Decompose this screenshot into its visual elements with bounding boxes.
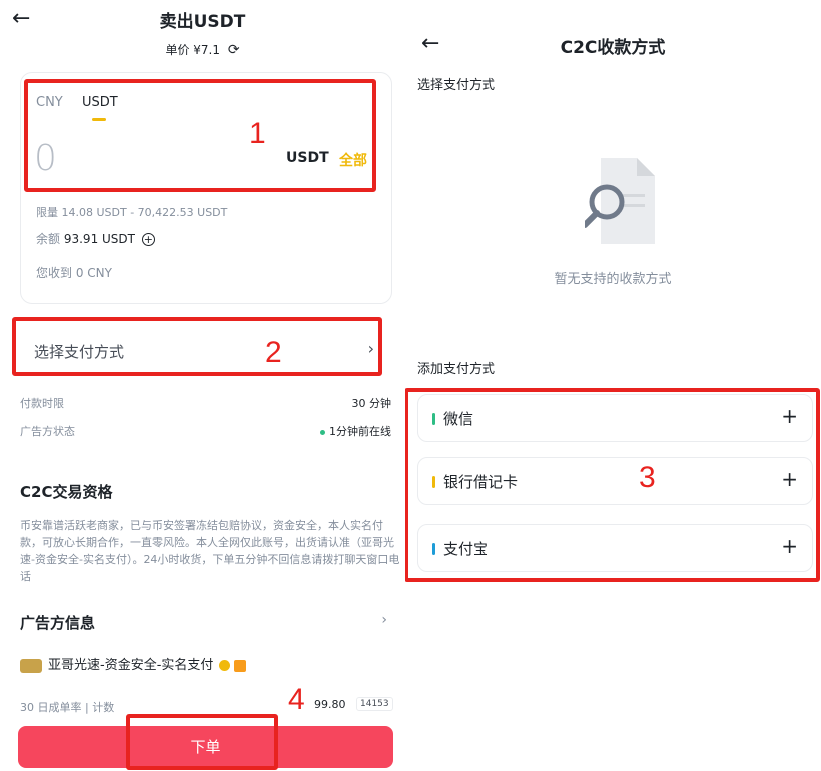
empty-search-icon	[585, 158, 655, 244]
balance-label: 余额	[36, 232, 61, 246]
advertiser-status: 1分钟前在线	[320, 423, 391, 439]
c2c-title: C2C交易资格	[20, 483, 113, 501]
merchant-avatar-icon	[20, 658, 42, 673]
empty-state-text: 暂无支持的收款方式	[554, 272, 672, 287]
add-payment-label: 添加支付方式	[417, 362, 496, 377]
advertiser-info-chevron-icon[interactable]: ›	[381, 612, 387, 628]
c2c-payment-method-screen: ← C2C收款方式 选择支付方式 暂无支持的收款方式 添加支付方式 微信 + 银…	[405, 0, 821, 771]
merchant-name: 亚哥光速-资金安全-实名支付	[48, 658, 214, 673]
page-title: 卖出USDT	[159, 12, 246, 32]
page-title: C2C收款方式	[560, 38, 666, 58]
annotation-number-1: 1	[249, 117, 266, 150]
unit-price: 单价 ¥7.1 ⟳	[0, 41, 405, 58]
receive-label: 您收到	[36, 266, 73, 280]
online-dot-icon	[320, 429, 325, 435]
annotation-number-3: 3	[639, 461, 656, 494]
limit-label: 限量	[36, 206, 58, 219]
refresh-icon[interactable]: ⟳	[228, 42, 240, 58]
merchant-row[interactable]: 亚哥光速-资金安全-实名支付	[20, 654, 247, 673]
payment-time-value: 30 分钟	[351, 397, 392, 410]
advertiser-status-label: 广告方状态	[20, 425, 75, 438]
add-balance-icon[interactable]: +	[141, 233, 155, 246]
annotation-number-4: 4	[288, 683, 305, 716]
select-payment-label: 选择支付方式	[417, 78, 496, 93]
verified-badge-icon	[219, 660, 231, 671]
price-value: ¥7.1	[193, 43, 220, 57]
annotation-box-3	[405, 388, 820, 582]
stats-count: 14153	[356, 697, 393, 711]
advertiser-description: 币安靠谱活跃老商家，已与币安签署冻结包赔协议，资金安全，本人实名付款，可放心长期…	[20, 519, 400, 583]
balance-value: 93.91 USDT	[63, 232, 135, 246]
annotation-number-2: 2	[265, 336, 282, 369]
annotation-box-4	[126, 714, 278, 770]
advertiser-info-title: 广告方信息	[20, 614, 96, 632]
merchant-badge-icon	[234, 659, 247, 672]
stats-value: 99.80	[314, 698, 346, 711]
payment-time-label: 付款时限	[20, 397, 64, 410]
stats-label: 30 日成单率 | 计数	[20, 701, 115, 714]
receive-value: 0 CNY	[75, 266, 112, 280]
price-label: 单价	[165, 43, 190, 57]
limit-row: 限量 14.08 USDT - 70,422.53 USDT	[36, 204, 227, 220]
balance-row: 余额 93.91 USDT +	[36, 230, 155, 247]
receive-row: 您收到 0 CNY	[36, 264, 112, 281]
annotation-box-1	[24, 79, 376, 192]
limit-value: 14.08 USDT - 70,422.53 USDT	[61, 206, 228, 219]
advertiser-status-value: 1分钟前在线	[329, 425, 391, 438]
sell-usdt-screen: ← 卖出USDT 单价 ¥7.1 ⟳ CNY USDT 0 USDT 全部 限量…	[0, 0, 405, 771]
annotation-box-2	[12, 317, 382, 376]
